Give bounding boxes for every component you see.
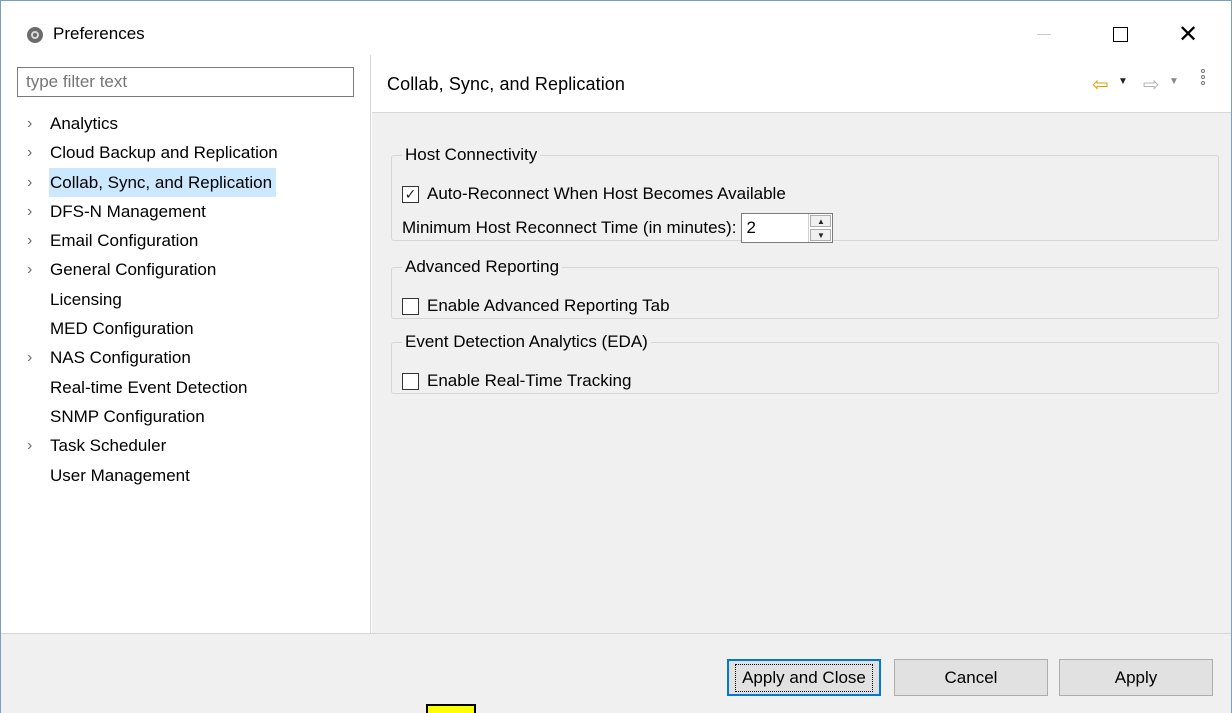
minimize-button[interactable] — [1021, 15, 1067, 53]
host-connectivity-legend: Host Connectivity — [405, 145, 538, 164]
apply-and-close-button[interactable]: Apply and Close — [727, 659, 881, 696]
chevron-right-icon[interactable]: › — [27, 109, 41, 138]
sidebar-item-label: Email Configuration — [50, 231, 199, 251]
close-icon: ✕ — [1177, 20, 1199, 48]
apply-button[interactable]: Apply — [1059, 659, 1213, 696]
eda-group: Event Detection Analytics (EDA) Enable R… — [391, 332, 1219, 394]
min-reconnect-spinner[interactable]: 2 ▲ ▼ — [741, 213, 834, 243]
chevron-right-icon[interactable]: › — [27, 431, 41, 460]
sidebar-item-label: General Configuration — [50, 260, 217, 280]
sidebar-item[interactable]: › Email Configuration — [1, 226, 371, 255]
page-header: Collab, Sync, and Replication ⇦ ▼ ⇨ ▼ — [372, 55, 1231, 113]
spinner-down-icon[interactable]: ▼ — [810, 229, 832, 241]
min-reconnect-value[interactable]: 2 — [742, 214, 808, 242]
advanced-reporting-checkbox[interactable] — [402, 297, 419, 315]
real-time-tracking-label[interactable]: Enable Real-Time Tracking — [427, 371, 631, 391]
real-time-tracking-checkbox[interactable] — [402, 372, 419, 390]
advanced-reporting-label[interactable]: Enable Advanced Reporting Tab — [427, 296, 670, 316]
sidebar-item-label: MED Configuration — [50, 319, 194, 339]
sidebar-item[interactable]: › NAS Configuration — [1, 343, 371, 372]
sidebar-item-label: Collab, Sync, and Replication — [49, 167, 277, 197]
window-title: Preferences — [53, 24, 145, 43]
spinner-buttons: ▲ ▼ — [808, 214, 832, 242]
chevron-right-icon[interactable]: › — [27, 343, 41, 372]
advanced-reporting-legend: Advanced Reporting — [405, 257, 560, 276]
sidebar-item-label: Cloud Backup and Replication — [50, 143, 278, 163]
sidebar-item[interactable]: Real-time Event Detection — [1, 373, 371, 402]
sidebar-item[interactable]: MED Configuration — [1, 314, 371, 343]
sidebar-item[interactable]: SNMP Configuration — [1, 402, 371, 431]
sidebar-item-label: Licensing — [50, 289, 122, 309]
back-arrow-icon[interactable]: ⇦ — [1092, 72, 1109, 97]
sidebar-item[interactable]: › DFS-N Management — [1, 197, 371, 226]
sidebar-item-label: Real-time Event Detection — [50, 377, 248, 397]
sidebar-item-label: NAS Configuration — [50, 348, 191, 368]
advanced-reporting-group: Advanced Reporting Enable Advanced Repor… — [391, 257, 1219, 319]
chevron-right-icon[interactable]: › — [27, 255, 41, 284]
sidebar-item[interactable]: › Task Scheduler — [1, 431, 371, 460]
sidebar-item[interactable]: User Management — [1, 461, 371, 490]
sidebar-item-label: DFS-N Management — [50, 201, 206, 221]
sidebar-item[interactable]: Licensing — [1, 285, 371, 314]
sidebar-item-label: Analytics — [50, 114, 119, 133]
auto-reconnect-row: ✓ Auto-Reconnect When Host Becomes Avail… — [402, 184, 786, 204]
filter-input[interactable] — [17, 67, 354, 97]
close-button[interactable]: ✕ — [1165, 15, 1211, 53]
preferences-tree: › Analytics › Cloud Backup and Replication ›… — [1, 109, 371, 490]
real-time-tracking-row: Enable Real-Time Tracking — [402, 371, 631, 391]
cancel-button[interactable]: Cancel — [894, 659, 1048, 696]
forward-arrow-icon[interactable]: ⇨ — [1143, 72, 1160, 97]
preferences-page: Collab, Sync, and Replication ⇦ ▼ ⇨ ▼ Ho… — [372, 55, 1231, 633]
maximize-button[interactable] — [1097, 15, 1143, 53]
min-reconnect-label: Minimum Host Reconnect Time (in minutes)… — [402, 218, 737, 237]
view-menu-icon[interactable] — [1198, 68, 1208, 94]
auto-reconnect-label[interactable]: Auto-Reconnect When Host Becomes Availab… — [427, 184, 786, 204]
back-dropdown-icon[interactable]: ▼ — [1118, 76, 1128, 87]
sidebar-item[interactable]: › General Configuration — [1, 255, 371, 284]
sidebar-item-label: SNMP Configuration — [50, 406, 205, 426]
minimize-icon — [1037, 33, 1051, 35]
sidebar-item[interactable]: › Cloud Backup and Replication — [1, 138, 371, 167]
chevron-right-icon[interactable]: › — [27, 138, 41, 167]
chevron-right-icon[interactable]: › — [27, 168, 41, 197]
dialog-footer: Apply and Close Cancel Apply — [1, 633, 1231, 713]
advanced-reporting-row: Enable Advanced Reporting Tab — [402, 296, 670, 316]
preferences-window: Preferences ✕ › Analytics › Cloud Backup an… — [0, 0, 1232, 713]
preferences-sidebar: ›Analytics›Cloud Backup and Replication›… — [1, 55, 371, 633]
sidebar-item-label: Task Scheduler — [50, 436, 167, 456]
sidebar-item[interactable]: › Analytics — [1, 109, 371, 138]
app-logo-icon — [27, 27, 43, 43]
sidebar-item-label: User Management — [50, 465, 190, 485]
maximize-icon — [1112, 26, 1128, 42]
spinner-up-icon[interactable]: ▲ — [810, 215, 832, 227]
eda-legend: Event Detection Analytics (EDA) — [405, 332, 648, 351]
min-reconnect-row: Minimum Host Reconnect Time (in minutes)… — [402, 213, 834, 243]
highlight-marker — [426, 704, 476, 713]
auto-reconnect-checkbox[interactable]: ✓ — [402, 185, 419, 203]
host-connectivity-group: Host Connectivity ✓ Auto-Reconnect When … — [391, 145, 1219, 243]
sidebar-item[interactable]: › Collab, Sync, and Replication — [1, 167, 371, 197]
chevron-right-icon[interactable]: › — [27, 197, 41, 226]
forward-dropdown-icon[interactable]: ▼ — [1169, 76, 1179, 87]
apply-and-close-label: Apply and Close — [735, 663, 873, 692]
chevron-right-icon[interactable]: › — [27, 226, 41, 255]
page-title: Collab, Sync, and Replication — [387, 74, 626, 94]
